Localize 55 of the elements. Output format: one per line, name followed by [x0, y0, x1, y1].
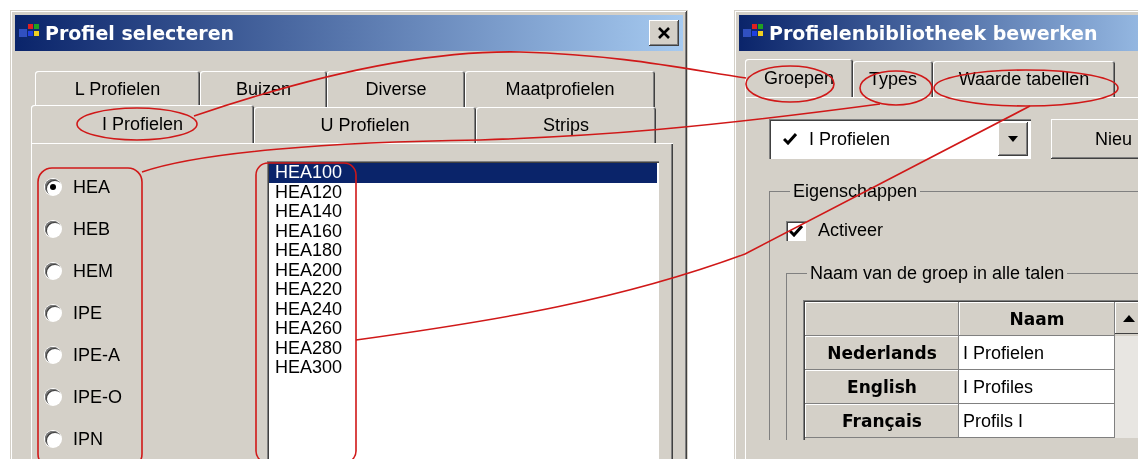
list-item[interactable]: HEA220: [269, 280, 657, 300]
tab[interactable]: L Profielen: [35, 71, 200, 107]
radio-button[interactable]: [45, 431, 61, 447]
checkbox-label[interactable]: Activeer: [818, 220, 884, 241]
list-item[interactable]: HEA240: [269, 299, 657, 319]
table-cell[interactable]: I Profielen: [959, 336, 1115, 370]
row-header: Français: [805, 404, 959, 438]
list-item[interactable]: HEA260: [269, 319, 657, 339]
radio-label[interactable]: IPE: [73, 302, 102, 324]
radio-button[interactable]: [45, 263, 61, 279]
row-header: English: [805, 370, 959, 404]
table-cell[interactable]: I Profiles: [959, 370, 1115, 404]
list-item[interactable]: HEA100: [269, 163, 657, 183]
tab[interactable]: Diverse: [327, 71, 465, 107]
tab[interactable]: Strips: [476, 107, 656, 143]
radio-label[interactable]: HEA: [73, 176, 110, 198]
list-item[interactable]: HEA280: [269, 338, 657, 358]
close-button[interactable]: [649, 20, 679, 46]
radio-label[interactable]: IPE-A: [73, 344, 120, 366]
radio-label[interactable]: HEM: [73, 260, 113, 282]
group-label: Naam van de groep in alle talen: [809, 263, 1066, 284]
tab[interactable]: I Profielen: [31, 105, 254, 143]
new-button[interactable]: Nieu: [1051, 119, 1138, 159]
radio-label[interactable]: HEB: [73, 218, 110, 240]
close-icon: [657, 27, 671, 39]
scroll-up-button[interactable]: [1115, 302, 1138, 334]
radio-button[interactable]: [45, 221, 61, 237]
list-item[interactable]: HEA120: [269, 182, 657, 202]
checkbox[interactable]: [786, 220, 806, 241]
table-cell[interactable]: Profils I: [959, 404, 1115, 438]
list-item[interactable]: HEA160: [269, 221, 657, 241]
tab[interactable]: Groepen: [745, 59, 853, 97]
tab[interactable]: Waarde tabellen: [933, 61, 1115, 97]
tab[interactable]: Maatprofielen: [465, 71, 655, 107]
tab[interactable]: Types: [853, 61, 933, 97]
caret-icon: [1008, 136, 1018, 142]
tab[interactable]: Buizen: [200, 71, 327, 107]
list-item[interactable]: HEA180: [269, 241, 657, 261]
radio-button[interactable]: [45, 305, 61, 321]
radio-button[interactable]: [45, 179, 61, 195]
up-arrow-icon: [1123, 314, 1135, 322]
group-dropdown[interactable]: I Profielen: [769, 119, 1031, 159]
radio-button[interactable]: [45, 389, 61, 405]
radio-button[interactable]: [45, 347, 61, 363]
list-item[interactable]: HEA200: [269, 260, 657, 280]
radio-label[interactable]: IPN: [73, 428, 103, 450]
tab[interactable]: U Profielen: [254, 107, 476, 143]
row-header: Nederlands: [805, 336, 959, 370]
list-item[interactable]: HEA140: [269, 202, 657, 222]
window-title: Profiel selecteren: [45, 22, 235, 44]
radio-label[interactable]: IPE-O: [73, 386, 122, 408]
list-item[interactable]: HEA300: [269, 358, 657, 378]
dropdown-button[interactable]: [998, 122, 1028, 156]
column-header: Naam: [959, 302, 1115, 336]
window-title: Profielenbibliotheek bewerken: [769, 22, 1098, 44]
